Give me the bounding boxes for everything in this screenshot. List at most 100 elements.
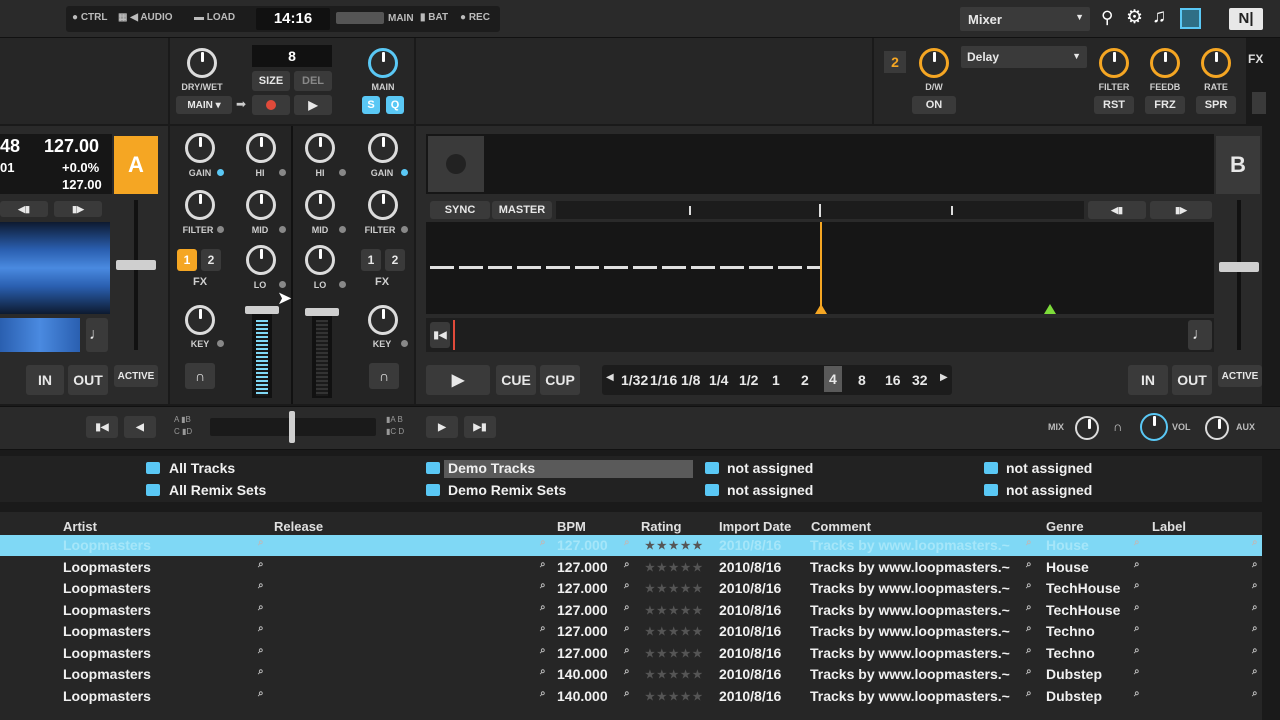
search-icon[interactable]: ⌕ xyxy=(258,580,264,591)
search-icon[interactable]: ⌕ xyxy=(540,666,546,677)
loop-next-icon[interactable]: ▶ xyxy=(940,372,948,383)
forward-button[interactable]: ▶ xyxy=(426,416,458,438)
frz-button[interactable]: FRZ xyxy=(1145,96,1185,114)
search-icon[interactable]: ⌕ xyxy=(540,688,546,699)
rating-stars[interactable]: ★★★★★ xyxy=(645,647,704,660)
drywet-knob[interactable] xyxy=(187,48,217,78)
search-icon[interactable]: ⌕ xyxy=(1026,688,1032,699)
search-icon[interactable]: ⌕ xyxy=(258,666,264,677)
prev-track-button[interactable]: ▮◀ xyxy=(86,416,118,438)
rating-stars[interactable]: ★★★★★ xyxy=(645,539,704,552)
lo-knob-a[interactable] xyxy=(246,245,276,275)
rating-stars[interactable]: ★★★★★ xyxy=(645,561,704,574)
fav-not-assigned-3[interactable]: not assigned xyxy=(1006,460,1092,476)
table-row[interactable]: Loopmasters 127.000 2010/8/16 Tracks by www… xyxy=(0,600,1262,621)
play-button[interactable]: ▶ xyxy=(426,365,490,395)
loop-size-16[interactable]: 16 xyxy=(885,372,901,388)
filter-indicator-a[interactable] xyxy=(217,226,224,233)
loop-size-8[interactable]: 8 xyxy=(858,372,866,388)
col-genre[interactable]: Genre xyxy=(1046,519,1084,534)
search-icon[interactable]: ⌕ xyxy=(624,623,630,634)
key-indicator-b[interactable] xyxy=(401,340,408,347)
hi-kill-b[interactable] xyxy=(339,169,346,176)
search-icon[interactable]: ⌕ xyxy=(258,537,264,548)
main-routing-select[interactable]: MAIN ▾ xyxy=(176,96,232,114)
search-icon[interactable]: ⌕ xyxy=(1026,580,1032,591)
lo-kill-a[interactable] xyxy=(279,281,286,288)
q-button[interactable]: Q xyxy=(386,96,404,114)
size-button[interactable]: SIZE xyxy=(252,71,290,91)
loop-size-1-8[interactable]: 1/8 xyxy=(681,372,700,388)
fx-assign-1-b[interactable]: 1 xyxy=(361,249,381,271)
search-icon[interactable]: ⌕ xyxy=(624,602,630,613)
table-row[interactable]: Loopmasters 127.000 2010/8/16 Tracks by www… xyxy=(0,621,1262,642)
search-icon[interactable]: ⌕ xyxy=(1026,645,1032,656)
filter-indicator-b[interactable] xyxy=(401,226,408,233)
deck-b-beatjump-fwd[interactable]: ▮▶ xyxy=(1150,201,1212,219)
mix-knob[interactable] xyxy=(1075,416,1099,440)
feedb-knob[interactable] xyxy=(1150,48,1180,78)
rating-stars[interactable]: ★★★★★ xyxy=(645,668,704,681)
fx-assign-2-b[interactable]: 2 xyxy=(385,249,405,271)
search-icon[interactable]: ⌕ xyxy=(1252,666,1258,677)
deck-b-keylock-icon[interactable]: ♩ xyxy=(1188,320,1212,350)
search-icon[interactable]: ⌕ xyxy=(1134,688,1140,699)
channel-fader-a[interactable] xyxy=(245,306,279,314)
search-icon[interactable]: ⌕ xyxy=(1134,537,1140,548)
search-icon[interactable]: ⚲ xyxy=(1101,8,1113,28)
deck-b-out-button[interactable]: OUT xyxy=(1172,365,1212,395)
search-icon[interactable]: ⌕ xyxy=(540,602,546,613)
search-icon[interactable]: ⌕ xyxy=(258,645,264,656)
rate-knob[interactable] xyxy=(1201,48,1231,78)
deck-assign-right[interactable]: ▮A B ▮C D xyxy=(386,414,404,438)
fx-assign-2-a[interactable]: 2 xyxy=(201,249,221,271)
key-knob-a[interactable] xyxy=(185,305,215,335)
deck-a-keylock-icon[interactable]: ♩ xyxy=(86,318,108,352)
search-icon[interactable]: ⌕ xyxy=(624,688,630,699)
search-icon[interactable]: ⌕ xyxy=(1134,623,1140,634)
table-row[interactable]: Loopmasters 127.000 2010/8/16 Tracks by www… xyxy=(0,643,1262,664)
crossfader-handle[interactable] xyxy=(289,411,295,443)
search-icon[interactable]: ⌕ xyxy=(540,537,546,548)
del-button[interactable]: DEL xyxy=(294,71,332,91)
search-icon[interactable]: ⌕ xyxy=(258,688,264,699)
search-icon[interactable]: ⌕ xyxy=(1134,666,1140,677)
loop-size-1-4[interactable]: 1/4 xyxy=(709,372,728,388)
search-icon[interactable]: ⌕ xyxy=(1252,688,1258,699)
search-icon[interactable]: ⌕ xyxy=(540,580,546,591)
search-icon[interactable]: ⌕ xyxy=(1252,580,1258,591)
aux-knob[interactable] xyxy=(1205,416,1229,440)
search-icon[interactable]: ⌕ xyxy=(1134,645,1140,656)
headphones-icon[interactable]: ♫ xyxy=(1152,6,1166,28)
hi-knob-a[interactable] xyxy=(246,133,276,163)
col-label[interactable]: Label xyxy=(1152,519,1186,534)
loop-size-1[interactable]: 1 xyxy=(772,372,780,388)
mid-knob-a[interactable] xyxy=(246,190,276,220)
search-icon[interactable]: ⌕ xyxy=(624,645,630,656)
search-icon[interactable]: ⌕ xyxy=(1134,580,1140,591)
gain-knob-b[interactable] xyxy=(368,133,398,163)
fav-not-assigned-1[interactable]: not assigned xyxy=(727,460,813,476)
search-icon[interactable]: ⌕ xyxy=(1134,559,1140,570)
table-row[interactable]: Loopmasters 127.000 2010/8/16 Tracks by www… xyxy=(0,578,1262,599)
deck-assign-left[interactable]: A ▮B C ▮D xyxy=(174,414,192,438)
deck-a-letter[interactable]: A xyxy=(114,136,158,194)
gear-icon[interactable]: ⚙ xyxy=(1126,6,1143,29)
table-row[interactable]: Loopmasters 140.000 2010/8/16 Tracks by www… xyxy=(0,686,1262,707)
col-rating[interactable]: Rating xyxy=(641,519,681,534)
fav-not-assigned-2[interactable]: not assigned xyxy=(727,482,813,498)
search-icon[interactable]: ⌕ xyxy=(540,559,546,570)
rec-indicator[interactable]: ● REC xyxy=(460,12,490,23)
search-icon[interactable]: ⌕ xyxy=(1026,623,1032,634)
search-icon[interactable]: ⌕ xyxy=(624,666,630,677)
col-bpm[interactable]: BPM xyxy=(557,519,586,534)
loop-prev-icon[interactable]: ◀ xyxy=(606,372,614,383)
search-icon[interactable]: ⌕ xyxy=(1026,602,1032,613)
search-icon[interactable]: ⌕ xyxy=(1134,602,1140,613)
rating-stars[interactable]: ★★★★★ xyxy=(645,604,704,617)
col-release[interactable]: Release xyxy=(274,519,323,534)
search-icon[interactable]: ⌕ xyxy=(1252,559,1258,570)
loop-size-1-16[interactable]: 1/16 xyxy=(650,372,677,388)
deck-a-in-button[interactable]: IN xyxy=(26,365,64,395)
search-icon[interactable]: ⌕ xyxy=(258,623,264,634)
